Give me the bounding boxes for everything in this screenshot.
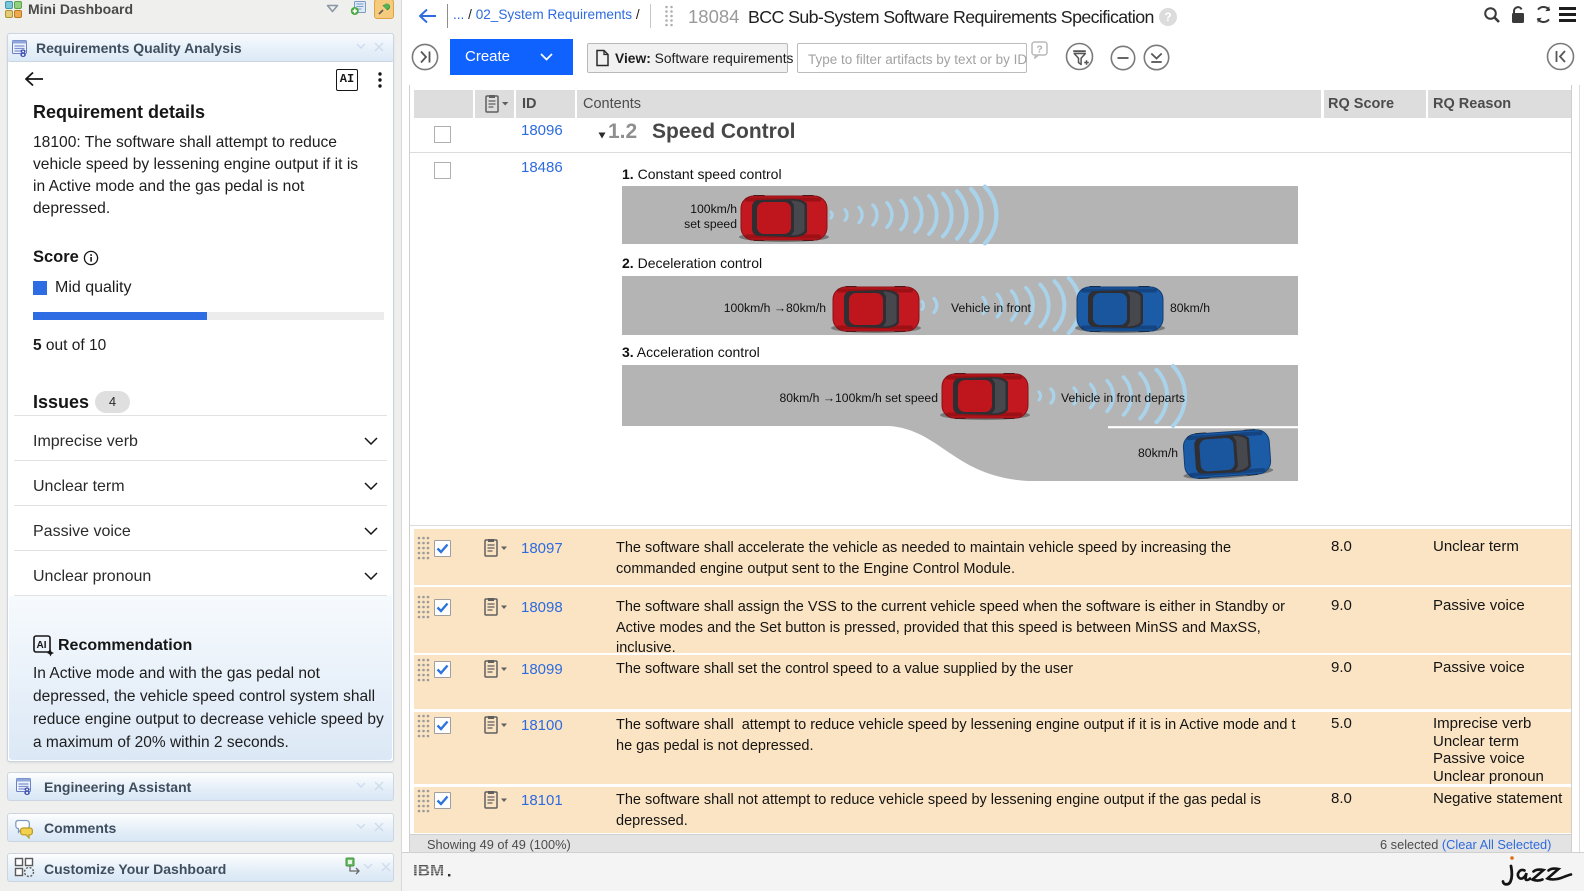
svg-text:2. Deceleration control: 2. Deceleration control — [622, 255, 762, 271]
svg-text:80km/h: 80km/h — [1170, 301, 1210, 315]
svg-text:IBM: IBM — [413, 861, 444, 879]
svg-text:80km/h: 80km/h — [1138, 446, 1178, 460]
svg-text:?: ? — [1036, 43, 1042, 55]
svg-text:1. Constant speed control: 1. Constant speed control — [622, 166, 782, 182]
svg-text:8: 8 — [20, 48, 26, 58]
svg-text:80km/h →100km/h set speed: 80km/h →100km/h set speed — [779, 391, 938, 405]
svg-text:AI: AI — [37, 640, 47, 651]
svg-text:3. Acceleration control: 3. Acceleration control — [622, 344, 760, 360]
svg-text:set speed: set speed — [684, 217, 737, 231]
svg-text:8: 8 — [24, 786, 30, 796]
svg-text:Vehicle in front: Vehicle in front — [951, 301, 1032, 315]
svg-text:100km/h →80km/h: 100km/h →80km/h — [724, 301, 826, 315]
svg-text:100km/h: 100km/h — [690, 202, 737, 216]
svg-text:Vehicle in front departs: Vehicle in front departs — [1061, 391, 1185, 405]
